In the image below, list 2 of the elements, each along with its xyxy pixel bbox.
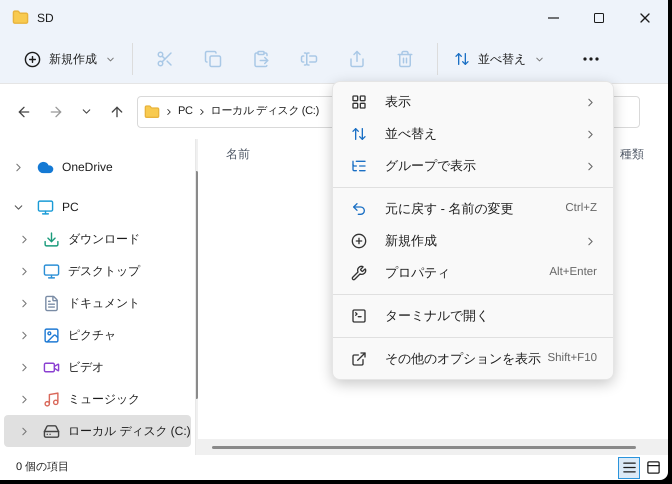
window-title: SD <box>37 10 54 26</box>
item-count: 0 個の項目 <box>16 460 70 476</box>
